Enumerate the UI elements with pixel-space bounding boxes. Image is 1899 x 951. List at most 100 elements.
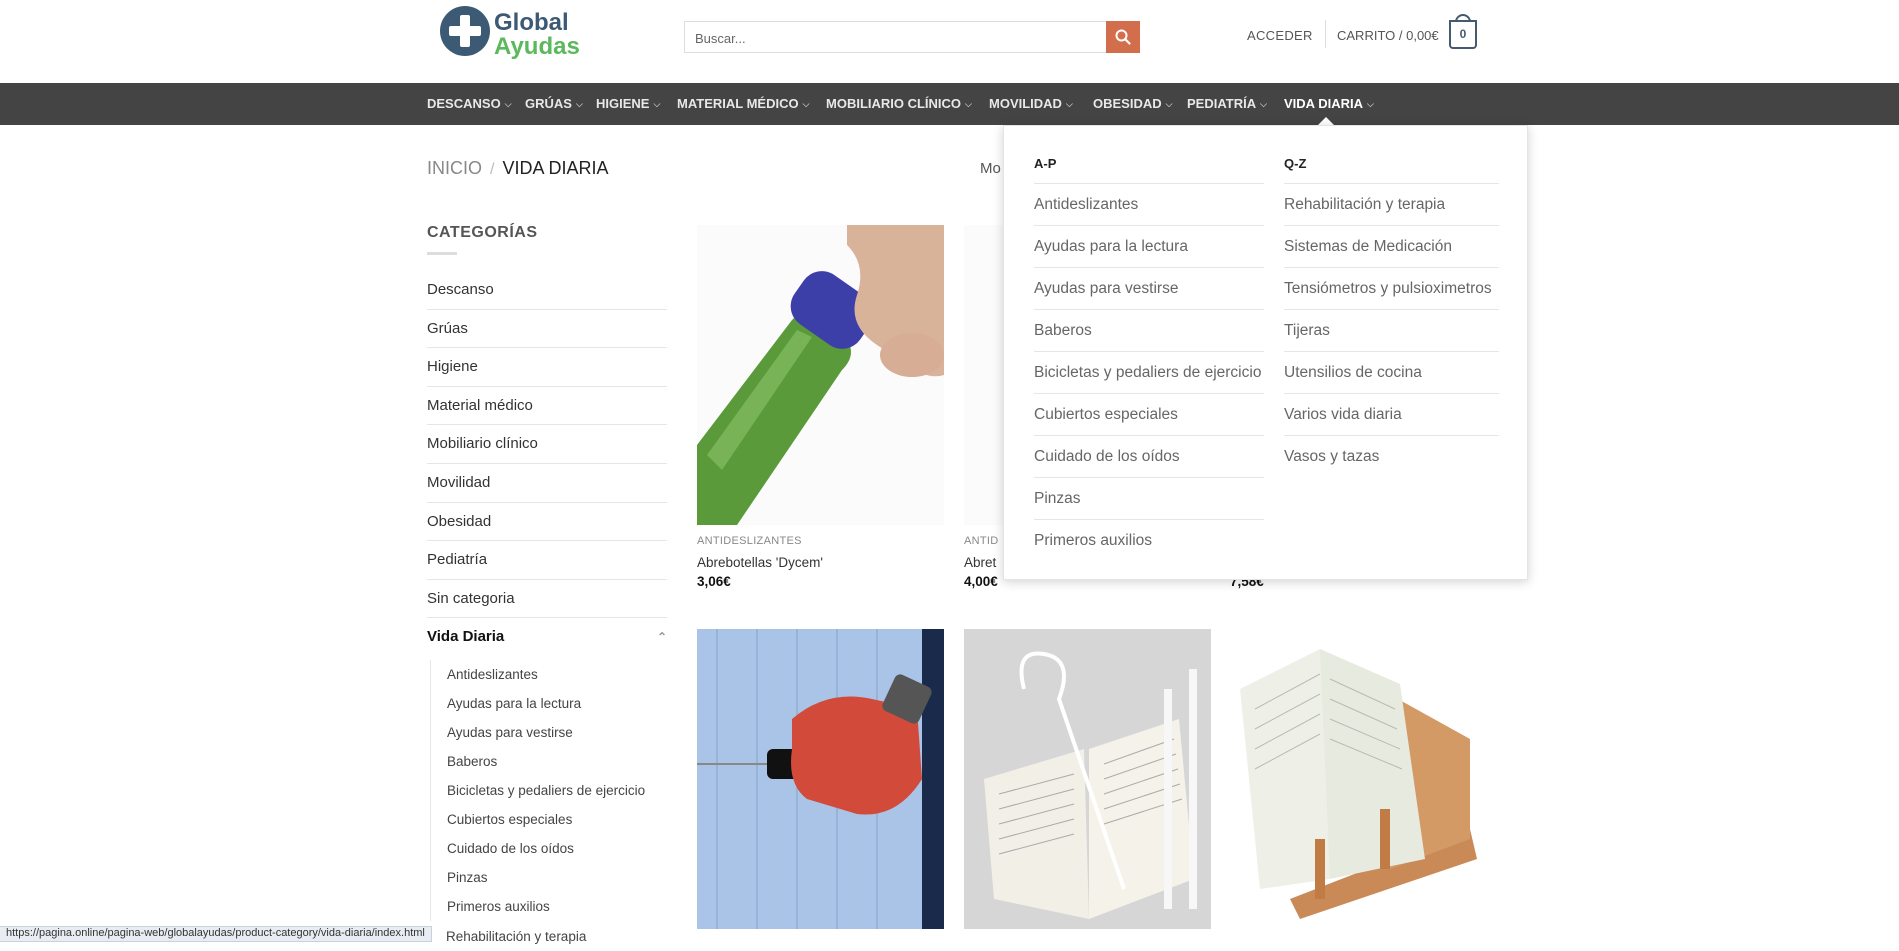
dropdown-item[interactable]: Rehabilitación y terapia (1284, 184, 1499, 226)
dropdown-item[interactable]: Ayudas para vestirse (1034, 268, 1264, 310)
product-image[interactable] (697, 225, 944, 525)
category-mobiliario-clinico[interactable]: Mobiliario clínico (427, 425, 667, 464)
product-price: 3,06€ (697, 574, 731, 589)
chevron-down-icon: ⌵ (802, 99, 810, 109)
subcategory-item-partial[interactable]: Rehabilitación y terapia (430, 922, 586, 951)
category-higiene[interactable]: Higiene (427, 348, 667, 387)
header-divider (1325, 20, 1326, 48)
dropdown-item[interactable]: Varios vida diaria (1284, 394, 1499, 436)
search-input[interactable] (693, 27, 1097, 49)
logo-cross-icon (440, 6, 490, 56)
product-title[interactable]: Abret (964, 555, 996, 570)
category-label: Vida Diaria (427, 628, 505, 646)
nav-item-label: PEDIATRÍA (1187, 96, 1257, 111)
subcategory-item[interactable]: Ayudas para vestirse (431, 718, 668, 747)
subcategory-item[interactable]: Pinzas (431, 863, 668, 892)
dropdown-column-q-z: Q-Z Rehabilitación y terapia Sistemas de… (1284, 156, 1499, 478)
nav-item-vida-diaria[interactable]: VIDA DIARIA ⌵ (1284, 96, 1374, 111)
dropdown-item[interactable]: Baberos (1034, 310, 1264, 352)
dressing-aid-image (697, 629, 944, 929)
dropdown-item[interactable]: Vasos y tazas (1284, 436, 1499, 478)
cart-count-badge[interactable]: 0 (1449, 20, 1477, 49)
product-image[interactable] (1230, 629, 1477, 929)
cart-link[interactable]: CARRITO / 0,00€ (1337, 28, 1439, 43)
nav-item-movilidad[interactable]: MOVILIDAD ⌵ (989, 96, 1073, 111)
chevron-down-icon: ⌵ (575, 99, 583, 109)
category-obesidad[interactable]: Obesidad (427, 503, 667, 542)
nav-item-descanso[interactable]: DESCANSO ⌵ (427, 96, 512, 111)
product-image[interactable] (964, 225, 1004, 525)
dropdown-item[interactable]: Antideslizantes (1034, 184, 1264, 226)
breadcrumb: INICIO / VIDA DIARIA (427, 158, 609, 179)
nav-item-label: MOBILIARIO CLÍNICO (826, 96, 962, 111)
chevron-down-icon: ⌵ (1065, 99, 1073, 109)
dropdown-item[interactable]: Tensiómetros y pulsioximetros (1284, 268, 1499, 310)
dropdown-item[interactable]: Primeros auxilios (1034, 520, 1264, 562)
dropdown-item[interactable]: Cuidado de los oídos (1034, 436, 1264, 478)
nav-item-pediatria[interactable]: PEDIATRÍA ⌵ (1187, 96, 1267, 111)
chevron-up-icon[interactable]: ⌃ (657, 618, 667, 656)
nav-item-mobiliario-clinico[interactable]: MOBILIARIO CLÍNICO ⌵ (826, 96, 972, 111)
subcategory-item[interactable]: Ayudas para la lectura (431, 689, 668, 718)
product-image[interactable] (964, 629, 1211, 929)
sort-select-partial[interactable]: Mo (980, 160, 1001, 177)
dropdown-item[interactable]: Pinzas (1034, 478, 1264, 520)
category-material-medico[interactable]: Material médico (427, 387, 667, 426)
product-category: ANTID (964, 535, 999, 547)
chevron-down-icon: ⌵ (1260, 99, 1267, 109)
subcategory-item[interactable]: Baberos (431, 747, 668, 776)
category-pediatria[interactable]: Pediatría (427, 541, 667, 580)
logo-text-ayudas: Ayudas (494, 33, 580, 60)
wooden-book-stand-image (1230, 629, 1477, 929)
subcategory-item[interactable]: Cubiertos especiales (431, 805, 668, 834)
sidebar-title: CATEGORÍAS (427, 224, 538, 241)
book-holder-image (964, 629, 1211, 929)
nav-item-label: VIDA DIARIA (1284, 96, 1363, 111)
nav-item-higiene[interactable]: HIGIENE ⌵ (596, 96, 660, 111)
category-sin-categoria[interactable]: Sin categoria (427, 580, 667, 619)
subcategory-list: Antideslizantes Ayudas para la lectura A… (430, 660, 668, 921)
nav-item-gruas[interactable]: GRÚAS ⌵ (525, 96, 583, 111)
category-movilidad[interactable]: Movilidad (427, 464, 667, 503)
main-nav: DESCANSO ⌵ GRÚAS ⌵ HIGIENE ⌵ MATERIAL MÉDIC… (0, 83, 1899, 125)
vida-diaria-dropdown: A-P Antideslizantes Ayudas para la lectu… (1003, 125, 1528, 580)
dropdown-column-title: A-P (1034, 156, 1264, 184)
chevron-down-icon: ⌵ (1366, 99, 1374, 109)
chevron-down-icon: ⌵ (653, 99, 661, 109)
dropdown-column-a-p: A-P Antideslizantes Ayudas para la lectu… (1034, 156, 1264, 562)
nav-item-obesidad[interactable]: OBESIDAD ⌵ (1093, 96, 1172, 111)
dropdown-item[interactable]: Tijeras (1284, 310, 1499, 352)
login-link[interactable]: ACCEDER (1247, 28, 1313, 43)
breadcrumb-current: VIDA DIARIA (502, 158, 609, 178)
dropdown-item[interactable]: Sistemas de Medicación (1284, 226, 1499, 268)
subcategory-item[interactable]: Antideslizantes (431, 660, 668, 689)
search-form (684, 21, 1140, 53)
category-vida-diaria[interactable]: Vida Diaria ⌃ (427, 618, 667, 657)
subcategory-item[interactable]: Cuidado de los oídos (431, 834, 668, 863)
bottle-opener-image (697, 225, 944, 525)
sidebar-title-underline (427, 252, 457, 255)
category-descanso[interactable]: Descanso (427, 271, 667, 310)
category-gruas[interactable]: Grúas (427, 310, 667, 349)
breadcrumb-home[interactable]: INICIO (427, 158, 482, 178)
nav-item-label: HIGIENE (596, 96, 650, 111)
dropdown-item[interactable]: Cubiertos especiales (1034, 394, 1264, 436)
subcategory-item[interactable]: Bicicletas y pedaliers de ejercicio (431, 776, 668, 805)
chevron-down-icon: ⌵ (504, 99, 512, 109)
product-title[interactable]: Abrebotellas 'Dycem' (697, 555, 823, 570)
subcategory-item[interactable]: Primeros auxilios (431, 892, 668, 921)
browser-status-url: https://pagina.online/pagina-web/globala… (0, 926, 432, 942)
dropdown-item[interactable]: Ayudas para la lectura (1034, 226, 1264, 268)
dropdown-item[interactable]: Utensilios de cocina (1284, 352, 1499, 394)
breadcrumb-separator: / (490, 161, 495, 178)
site-header: Global Ayudas ACCEDER CARRITO / 0,00€ 0 (0, 0, 1899, 83)
category-list: Descanso Grúas Higiene Material médico M… (427, 271, 667, 657)
search-button[interactable] (1106, 21, 1140, 53)
nav-item-material-medico[interactable]: MATERIAL MÉDICO ⌵ (677, 96, 809, 111)
dropdown-item[interactable]: Bicicletas y pedaliers de ejercicio (1034, 352, 1264, 394)
dropdown-arrow (1318, 117, 1334, 125)
nav-item-label: DESCANSO (427, 96, 501, 111)
nav-item-label: GRÚAS (525, 96, 572, 111)
site-logo[interactable]: Global Ayudas (440, 6, 580, 62)
product-image[interactable] (697, 629, 944, 929)
